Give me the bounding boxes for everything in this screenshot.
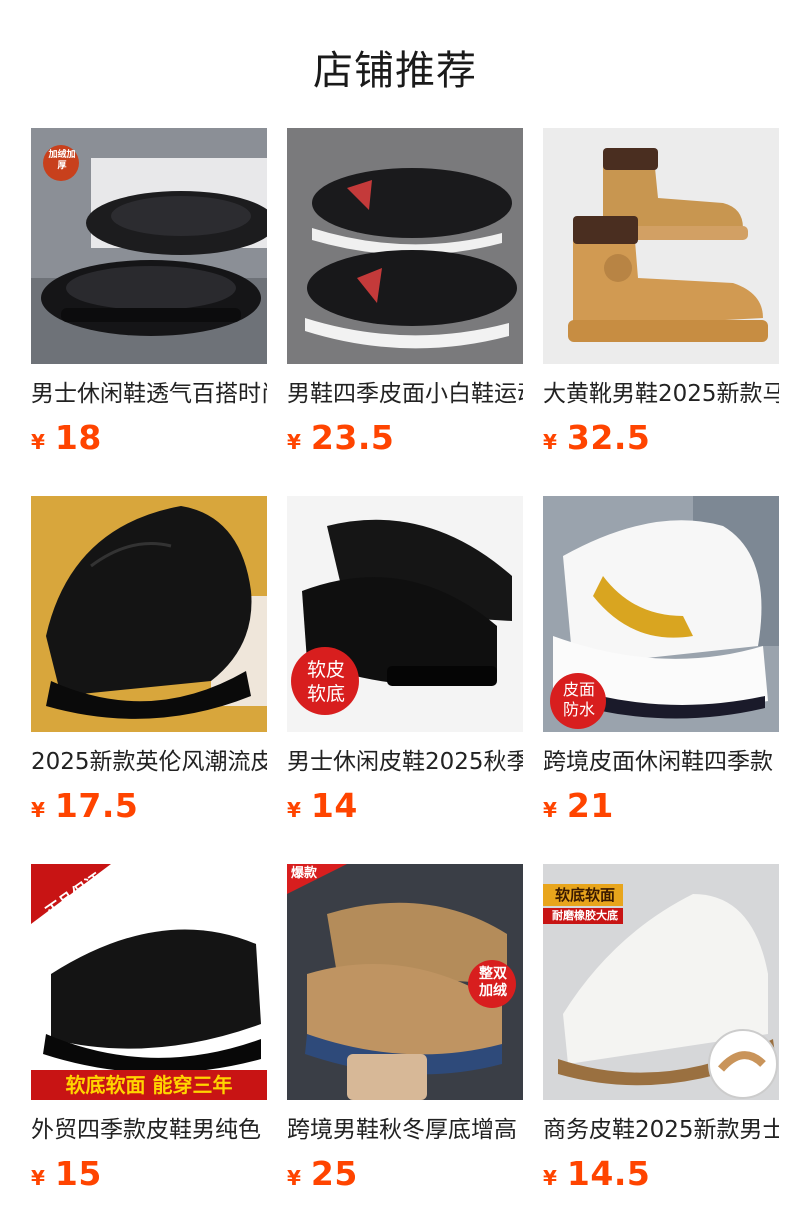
price-row: ¥ 21 xyxy=(543,786,779,826)
currency-symbol: ¥ xyxy=(31,430,45,454)
product-name: 男鞋四季皮面小白鞋运动 xyxy=(287,381,523,407)
product-price: 25 xyxy=(310,1154,358,1193)
price-row: ¥ 25 xyxy=(287,1154,523,1194)
store-recommendations: 店铺推荐 加绒加厚 男士休闲鞋透气百搭时尚 ¥ 18 男鞋四季皮面小白鞋运动 ¥… xyxy=(0,0,790,1232)
product-name: 男士休闲皮鞋2025秋季 xyxy=(287,749,523,775)
product-name: 跨境皮面休闲鞋四季款 xyxy=(543,749,773,775)
badge-sub: 耐磨橡胶大底 xyxy=(552,909,618,922)
product-image[interactable]: 软皮软底 xyxy=(287,496,523,732)
badge-label: 软皮软底 xyxy=(306,659,345,705)
product-name: 2025新款英伦风潮流皮鞋 xyxy=(31,749,267,775)
currency-symbol: ¥ xyxy=(543,798,557,822)
product-card[interactable]: 2025新款英伦风潮流皮鞋 ¥ 17.5 xyxy=(31,496,267,826)
product-name: 外贸四季款皮鞋男纯色 xyxy=(31,1117,261,1143)
badge-banner: 软底软面 能穿三年 xyxy=(65,1073,233,1097)
product-price: 21 xyxy=(566,786,614,825)
product-price: 23.5 xyxy=(310,418,395,457)
currency-symbol: ¥ xyxy=(31,1166,45,1190)
currency-symbol: ¥ xyxy=(31,798,45,822)
currency-symbol: ¥ xyxy=(543,430,557,454)
product-name: 男士休闲鞋透气百搭时尚 xyxy=(31,381,267,407)
product-card[interactable]: 加绒加厚 男士休闲鞋透气百搭时尚 ¥ 18 xyxy=(31,128,267,458)
currency-symbol: ¥ xyxy=(287,430,301,454)
product-image[interactable] xyxy=(31,496,267,732)
product-image[interactable]: 皮面防水 xyxy=(543,496,779,732)
product-image[interactable]: 软底软面 耐磨橡胶大底 xyxy=(543,864,779,1100)
badge-label: 皮面防水 xyxy=(562,680,595,719)
product-name: 大黄靴男鞋2025新款马丁 xyxy=(543,381,779,407)
price-row: ¥ 18 xyxy=(31,418,267,458)
product-image[interactable] xyxy=(543,128,779,364)
price-row: ¥ 15 xyxy=(31,1154,267,1194)
product-name: 跨境男鞋秋冬厚底增高 xyxy=(287,1117,517,1143)
product-card[interactable]: 爆款 整双加绒 跨境男鞋秋冬厚底增高 ¥ 25 xyxy=(287,864,523,1194)
product-name: 商务皮鞋2025新款男士 xyxy=(543,1117,779,1143)
product-image[interactable]: 正品保证 软底软面 能穿三年 xyxy=(31,864,267,1100)
price-row: ¥ 14 xyxy=(287,786,523,826)
currency-symbol: ¥ xyxy=(287,1166,301,1190)
currency-symbol: ¥ xyxy=(543,1166,557,1190)
product-price: 14.5 xyxy=(566,1154,651,1193)
product-price: 14 xyxy=(310,786,358,825)
product-card[interactable]: 大黄靴男鞋2025新款马丁 ¥ 32.5 xyxy=(543,128,779,458)
product-price: 18 xyxy=(54,418,102,457)
price-row: ¥ 32.5 xyxy=(543,418,779,458)
product-image[interactable] xyxy=(287,128,523,364)
product-card[interactable]: 软底软面 耐磨橡胶大底 商务皮鞋2025新款男士 ¥ 14.5 xyxy=(543,864,779,1194)
price-row: ¥ 14.5 xyxy=(543,1154,779,1194)
currency-symbol: ¥ xyxy=(287,798,301,822)
product-price: 15 xyxy=(54,1154,102,1193)
product-image[interactable]: 爆款 整双加绒 xyxy=(287,864,523,1100)
badge-label: 软底软面 xyxy=(554,886,615,904)
product-card[interactable]: 男鞋四季皮面小白鞋运动 ¥ 23.5 xyxy=(287,128,523,458)
product-card[interactable]: 软皮软底 男士休闲皮鞋2025秋季 ¥ 14 xyxy=(287,496,523,826)
price-row: ¥ 17.5 xyxy=(31,786,267,826)
product-card[interactable]: 皮面防水 跨境皮面休闲鞋四季款 ¥ 21 xyxy=(543,496,779,826)
product-price: 17.5 xyxy=(54,786,139,825)
product-image[interactable]: 加绒加厚 xyxy=(31,128,267,364)
badge-label: 爆款 xyxy=(291,866,318,881)
product-price: 32.5 xyxy=(566,418,651,457)
badge-label: 加绒加厚 xyxy=(48,150,76,171)
price-row: ¥ 23.5 xyxy=(287,418,523,458)
product-grid: 加绒加厚 男士休闲鞋透气百搭时尚 ¥ 18 男鞋四季皮面小白鞋运动 ¥ 23.5… xyxy=(0,0,790,1232)
product-card[interactable]: 正品保证 软底软面 能穿三年 外贸四季款皮鞋男纯色 ¥ 15 xyxy=(31,864,267,1194)
badge-corner: 整双加绒 xyxy=(479,966,507,999)
